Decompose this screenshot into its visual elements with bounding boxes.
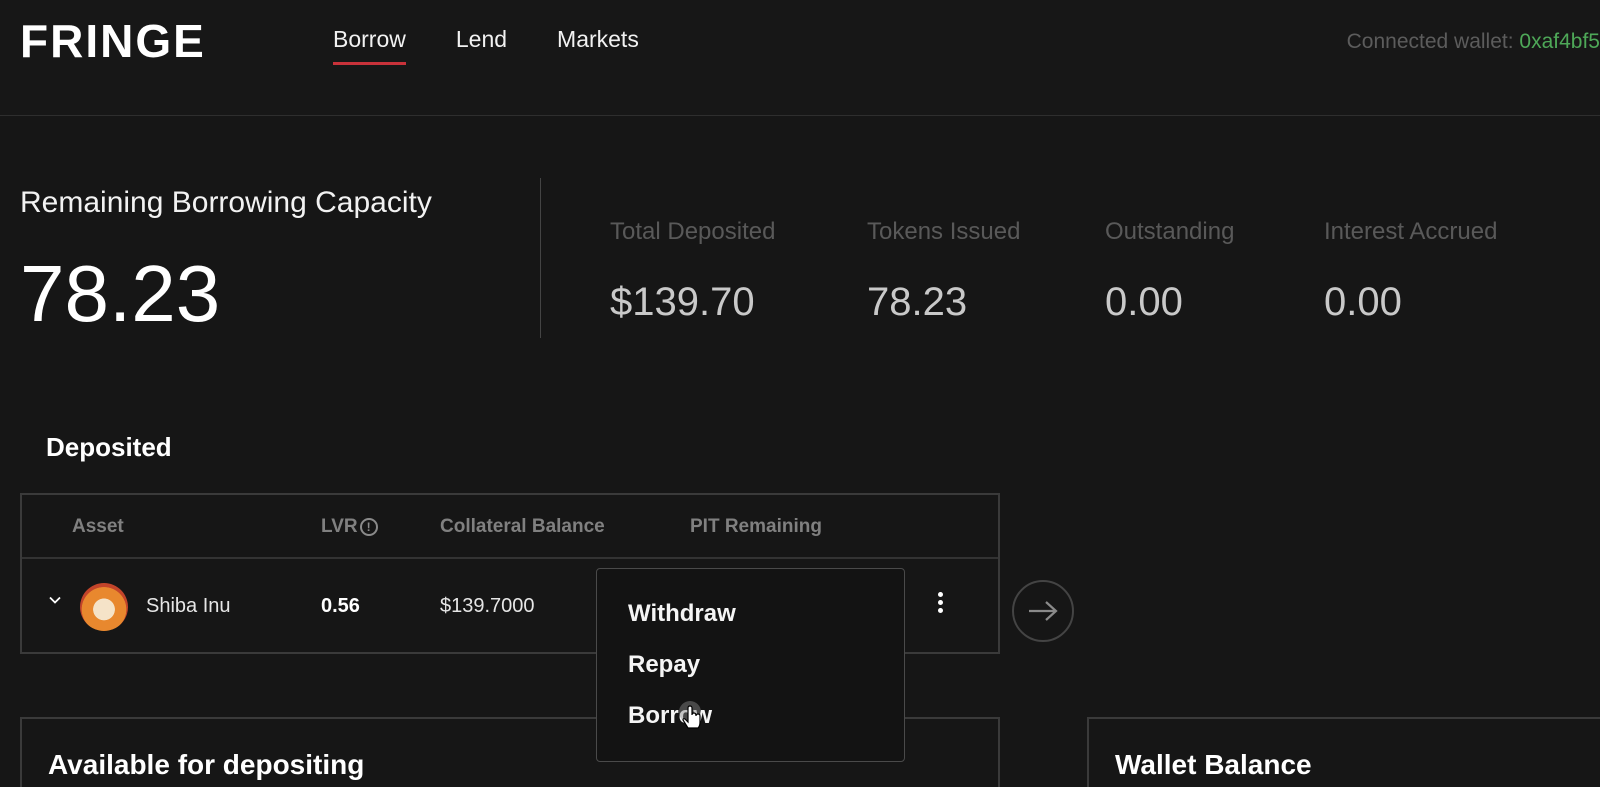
stat-tokens-issued: Tokens Issued 78.23: [867, 218, 1020, 325]
asset-name: Shiba Inu: [146, 595, 231, 617]
wallet-balance-title: Wallet Balance: [1115, 749, 1312, 780]
row-actions-menu: Withdraw Repay Borrow: [596, 568, 905, 762]
stat-label: Outstanding: [1105, 218, 1235, 245]
arrow-right-icon: [1029, 601, 1058, 621]
nav-markets[interactable]: Markets: [557, 26, 639, 63]
column-collateral-balance: Collateral Balance: [440, 516, 605, 537]
fringe-logo[interactable]: FRINGE: [20, 14, 206, 68]
more-options-icon[interactable]: [927, 589, 953, 623]
arrow-right-button[interactable]: [1012, 580, 1074, 642]
chevron-down-icon[interactable]: [48, 593, 62, 607]
stat-value: 0.00: [1105, 280, 1183, 324]
capacity-title: Remaining Borrowing Capacity: [20, 186, 432, 219]
top-header: FRINGE Borrow Lend Markets Connected wal…: [0, 0, 1600, 116]
column-lvr: LVR!: [321, 516, 378, 538]
nav-borrow[interactable]: Borrow: [333, 26, 406, 65]
connected-wallet[interactable]: Connected wallet: 0xaf4bf5: [1347, 30, 1600, 54]
stat-label: Interest Accrued: [1324, 218, 1498, 245]
background-cross-pattern-left: [0, 330, 560, 490]
stat-value: 78.23: [867, 280, 968, 324]
stat-total-deposited: Total Deposited $139.70: [610, 218, 775, 325]
column-pit-remaining: PIT Remaining: [690, 516, 822, 537]
stat-outstanding: Outstanding 0.00: [1105, 218, 1234, 325]
menu-item-repay[interactable]: Repay: [597, 638, 904, 689]
shiba-inu-coin-icon: [80, 583, 128, 631]
summary-divider: [540, 178, 541, 338]
nav-lend[interactable]: Lend: [456, 26, 507, 63]
column-lvr-label: LVR: [321, 516, 358, 537]
info-icon[interactable]: !: [359, 518, 378, 536]
menu-item-borrow[interactable]: Borrow: [597, 689, 904, 740]
collateral-balance-value: $139.7000: [440, 595, 535, 617]
stat-value: 0.00: [1324, 280, 1402, 324]
stat-interest-accrued: Interest Accrued 0.00: [1324, 218, 1497, 325]
stat-value: $139.70: [610, 280, 755, 324]
wallet-balance-panel: Wallet Balance: [1087, 717, 1600, 787]
wallet-address: 0xaf4bf5: [1519, 30, 1600, 53]
hand-cursor-icon: [679, 701, 701, 729]
available-title: Available for depositing: [48, 749, 365, 780]
main-nav: Borrow Lend Markets: [333, 26, 689, 65]
column-asset: Asset: [72, 516, 124, 537]
stat-label: Tokens Issued: [867, 218, 1021, 245]
deposited-title: Deposited: [46, 432, 172, 462]
stat-label: Total Deposited: [610, 218, 776, 245]
wallet-label: Connected wallet:: [1346, 30, 1514, 53]
capacity-value: 78.23: [20, 249, 221, 338]
table-header: Asset LVR! Collateral Balance PIT Remain…: [22, 495, 998, 559]
menu-item-withdraw[interactable]: Withdraw: [597, 587, 904, 638]
lvr-value: 0.56: [321, 595, 360, 617]
